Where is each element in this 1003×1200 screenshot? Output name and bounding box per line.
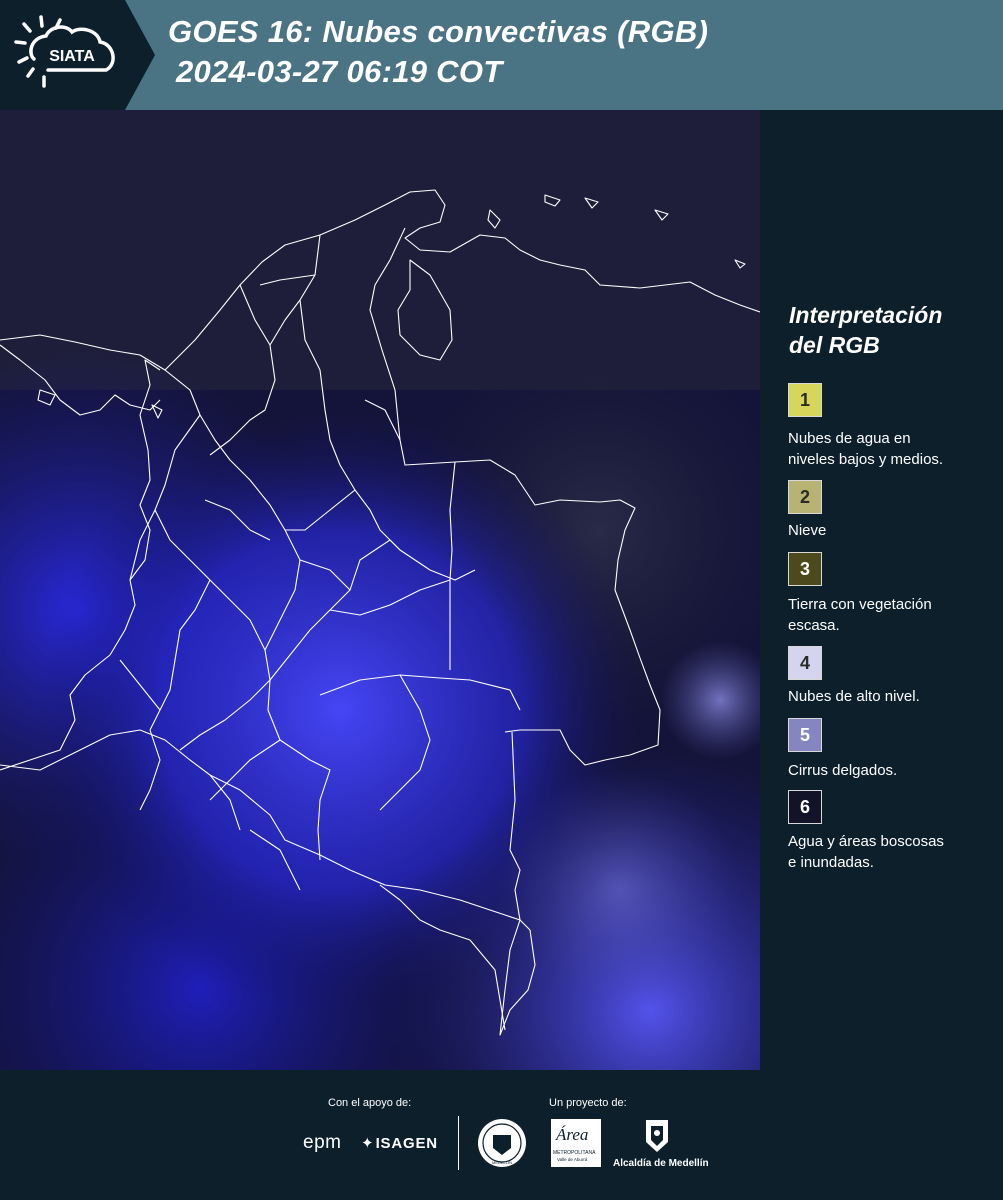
isagen-text: ISAGEN	[375, 1135, 438, 1152]
area-logo-text: Área	[556, 1125, 589, 1144]
legend-swatch-6: 6	[788, 790, 822, 824]
legend-label-4-line1: Nubes de alto nivel.	[788, 688, 920, 705]
legend-title: Interpretación del RGB	[789, 300, 942, 360]
logo-text: SIATA	[49, 48, 95, 65]
project-label: Un proyecto de:	[549, 1097, 627, 1109]
legend-swatch-3: 3	[788, 552, 822, 586]
legend-label-4: Nubes de alto nivel.	[788, 686, 993, 707]
legend-label-3-line1: Tierra con vegetación	[788, 596, 932, 613]
alcaldia-crest-icon	[646, 1120, 668, 1152]
legend-swatch-2: 2	[788, 480, 822, 514]
legend-label-2-line1: Nieve	[788, 522, 827, 539]
satellite-map[interactable]	[0, 110, 760, 1070]
legend-label-3: Tierra con vegetación escasa.	[788, 594, 993, 636]
siata-sun-cloud-logo: SIATA	[14, 15, 115, 88]
legend-label-6-line2: e inundadas.	[788, 854, 874, 871]
legend-title-line1: Interpretación	[789, 302, 943, 328]
legend-swatch-5: 5	[788, 718, 822, 752]
siata-logo-block: SIATA	[0, 0, 155, 110]
page-title: GOES 16: Nubes convectivas (RGB)	[168, 14, 709, 49]
legend-label-1: Nubes de agua en niveles bajos y medios.	[788, 428, 993, 470]
page-timestamp: 2024-03-27 06:19 COT	[176, 54, 503, 89]
legend-label-6: Agua y áreas boscosas e inundadas.	[788, 831, 993, 873]
legend-panel: Interpretación del RGB 1 Nubes de agua e…	[760, 110, 1003, 1070]
rgb-satellite-image	[0, 110, 760, 1070]
legend-swatch-1: 1	[788, 383, 822, 417]
legend-label-5: Cirrus delgados.	[788, 760, 993, 781]
isagen-mark-icon: ✦	[361, 1135, 374, 1152]
legend-label-2: Nieve	[788, 520, 993, 541]
legend-label-6-line1: Agua y áreas boscosas	[788, 833, 944, 850]
legend-label-5-line1: Cirrus delgados.	[788, 762, 898, 779]
header-bar: SIATA GOES 16: Nubes convectivas (RGB) 2…	[0, 0, 1003, 110]
area-metropolitana-logo: Área METROPOLITANA Valle de Aburrá	[551, 1119, 601, 1167]
svg-text:MEDELLÍN: MEDELLÍN	[492, 1160, 512, 1165]
isagen-logo: ✦ ISAGEN	[361, 1134, 438, 1153]
legend-label-1-line2: niveles bajos y medios.	[788, 451, 944, 468]
support-label: Con el apoyo de:	[328, 1097, 412, 1109]
footer-bar: Con el apoyo de: Un proyecto de: epm ✦ IS…	[0, 1070, 1003, 1200]
legend-label-1-line1: Nubes de agua en	[788, 430, 911, 447]
legend-label-3-line2: escasa.	[788, 617, 840, 634]
medellin-seal-logo: MEDELLÍN	[478, 1119, 526, 1167]
legend-swatch-4: 4	[788, 646, 822, 680]
legend-title-line2: del RGB	[789, 332, 880, 358]
area-logo-subtitle: METROPOLITANA	[553, 1150, 596, 1156]
area-logo-subtitle2: Valle de Aburrá	[557, 1157, 588, 1162]
alcaldia-label: Alcaldía de Medellín	[613, 1158, 709, 1169]
footer-divider	[458, 1116, 459, 1170]
epm-logo: epm	[303, 1132, 342, 1153]
